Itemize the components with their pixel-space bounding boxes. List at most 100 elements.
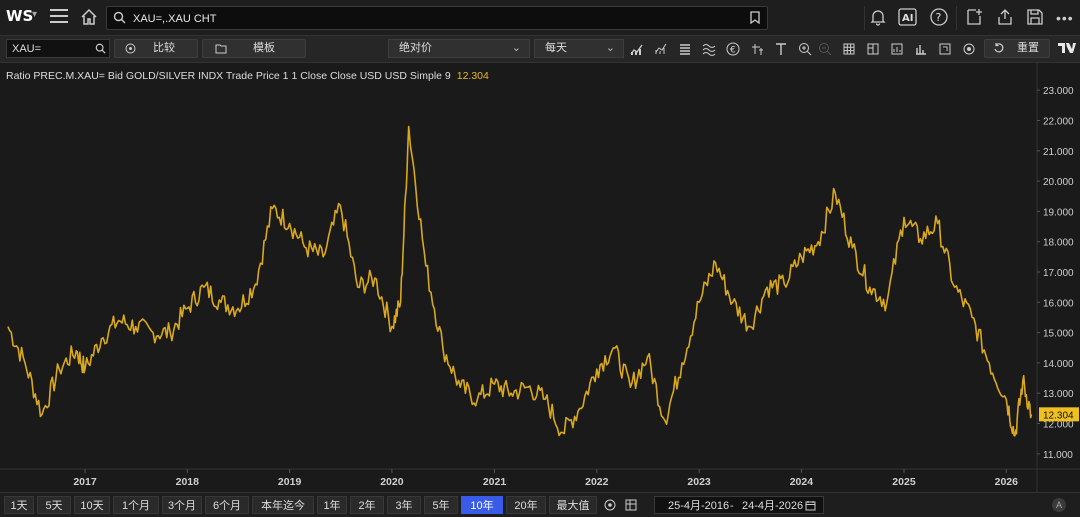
app-logo[interactable]: WS bbox=[6, 7, 33, 25]
x-tick-label: 2022 bbox=[585, 476, 609, 488]
ratio-series-line[interactable] bbox=[7, 125, 1033, 437]
date-range-picker[interactable]: 25-4月-2016 - 24-4月-2026 bbox=[654, 496, 824, 514]
x-tick-label: 2018 bbox=[176, 476, 200, 488]
chart-type-icon[interactable] bbox=[630, 42, 644, 56]
calendar-grid-icon[interactable] bbox=[622, 496, 639, 514]
range-button[interactable]: 10天 bbox=[74, 496, 110, 514]
search-icon bbox=[113, 11, 126, 27]
calendar-icon bbox=[805, 499, 816, 517]
price-type-select[interactable]: 绝对价 ⌄ bbox=[388, 39, 530, 58]
divider bbox=[864, 6, 865, 30]
date-separator: - bbox=[730, 500, 734, 512]
range-button[interactable]: 1个月 bbox=[113, 496, 159, 514]
grid-icon[interactable] bbox=[842, 42, 856, 56]
template-button[interactable]: 模板 bbox=[202, 39, 306, 58]
search-icon[interactable] bbox=[95, 43, 106, 57]
price-type-value: 绝对价 bbox=[399, 42, 432, 54]
svg-text:?: ? bbox=[936, 11, 942, 24]
x-tick-label: 2019 bbox=[278, 476, 302, 488]
x-tick-label: 2026 bbox=[995, 476, 1019, 488]
reset-label: 重置 bbox=[1017, 42, 1039, 54]
chevron-down-icon: ⌄ bbox=[511, 42, 521, 54]
last-value-label: 12.304 bbox=[1043, 410, 1074, 421]
range-button[interactable]: 1天 bbox=[4, 496, 34, 514]
y-tick-label: 11.000 bbox=[1043, 450, 1073, 461]
bottom-bar: 1天 5天 10天 1个月 3个月 6个月 本年迄今 1年 2年 3年 5年 10年 20年 最大值 25… bbox=[0, 492, 1080, 517]
template-label: 模板 bbox=[253, 42, 275, 54]
date-start: 25-4月-2016 bbox=[668, 500, 730, 512]
tradingview-logo-icon bbox=[1058, 42, 1076, 56]
interval-select[interactable]: 每天 ⌄ bbox=[534, 39, 624, 58]
more-icon[interactable]: ••• bbox=[1056, 10, 1074, 26]
text-tool-icon[interactable] bbox=[774, 42, 788, 56]
legend-last-value: 12.304 bbox=[456, 70, 489, 82]
auto-scale-button[interactable]: A bbox=[1052, 498, 1066, 512]
settings-icon[interactable] bbox=[601, 496, 618, 514]
range-button[interactable]: 5年 bbox=[424, 496, 458, 514]
y-tick-label: 14.000 bbox=[1043, 359, 1074, 370]
new-page-icon[interactable] bbox=[966, 8, 984, 29]
top-bar: WS ▾ AI ? ••• bbox=[0, 0, 1080, 36]
svg-text:AI: AI bbox=[902, 13, 913, 24]
y-tick-label: 15.000 bbox=[1043, 329, 1074, 340]
range-button[interactable]: 10年 bbox=[461, 496, 503, 514]
search-bar[interactable] bbox=[106, 6, 768, 30]
bar-chart-icon[interactable] bbox=[914, 42, 928, 56]
search-input[interactable] bbox=[131, 10, 735, 28]
range-button[interactable]: 2年 bbox=[350, 496, 384, 514]
currency-icon[interactable]: € bbox=[726, 42, 740, 56]
price-chart[interactable]: 11.00012.00013.00014.00015.00016.00017.0… bbox=[0, 63, 1080, 492]
indicator-icon[interactable] bbox=[654, 42, 668, 56]
chevron-down-icon: ⌄ bbox=[605, 42, 615, 54]
table-icon[interactable] bbox=[678, 42, 692, 56]
range-button[interactable]: 3个月 bbox=[162, 496, 202, 514]
zoom-out-icon[interactable] bbox=[818, 42, 832, 56]
menu-icon[interactable] bbox=[50, 9, 68, 23]
compare-button[interactable]: 比较 bbox=[114, 39, 198, 58]
x-tick-label: 2023 bbox=[687, 476, 711, 488]
help-icon[interactable]: ? bbox=[930, 8, 948, 29]
chevron-down-icon[interactable]: ▾ bbox=[32, 9, 37, 20]
range-button[interactable]: 5天 bbox=[37, 496, 71, 514]
series-legend: Ratio PREC.M.XAU= Bid GOLD/SILVER INDX T… bbox=[6, 70, 489, 82]
export-icon[interactable] bbox=[938, 42, 952, 56]
y-tick-label: 23.000 bbox=[1043, 86, 1074, 97]
y-tick-label: 21.000 bbox=[1043, 147, 1074, 158]
range-button[interactable]: 6个月 bbox=[205, 496, 249, 514]
plus-circle-icon bbox=[125, 43, 136, 60]
range-button[interactable]: 1年 bbox=[317, 496, 347, 514]
legend-text: Ratio PREC.M.XAU= Bid GOLD/SILVER INDX T… bbox=[6, 70, 451, 82]
share-icon[interactable] bbox=[996, 8, 1014, 29]
chart-icon[interactable] bbox=[890, 42, 904, 56]
interval-value: 每天 bbox=[545, 42, 567, 54]
bell-icon[interactable] bbox=[870, 8, 886, 29]
y-tick-label: 19.000 bbox=[1043, 207, 1074, 218]
y-tick-label: 13.000 bbox=[1043, 389, 1074, 400]
x-tick-label: 2025 bbox=[892, 476, 916, 488]
ai-icon[interactable]: AI bbox=[898, 8, 918, 29]
crosshair-icon[interactable] bbox=[750, 42, 764, 56]
range-button[interactable]: 本年迄今 bbox=[252, 496, 314, 514]
chart-area[interactable]: 11.000 12.000 13.000 14.000 15.000 16.000 17.0… bbox=[0, 63, 1080, 492]
y-tick-label: 18.000 bbox=[1043, 238, 1074, 249]
settings-icon[interactable] bbox=[962, 42, 976, 56]
folder-icon bbox=[215, 43, 227, 60]
y-tick-label: 17.000 bbox=[1043, 268, 1074, 279]
bookmark-icon[interactable] bbox=[749, 11, 761, 27]
range-button[interactable]: 最大值 bbox=[549, 496, 597, 514]
y-tick-label: 20.000 bbox=[1043, 177, 1074, 188]
x-tick-label: 2017 bbox=[73, 476, 97, 488]
compare-label: 比较 bbox=[153, 42, 175, 54]
home-icon[interactable] bbox=[80, 8, 98, 29]
chart-toolbar: 比较 模板 绝对价 ⌄ 每天 ⌄ € bbox=[0, 36, 1080, 63]
y-tick-label: 16.000 bbox=[1043, 298, 1074, 309]
reset-button[interactable]: 重置 bbox=[984, 39, 1050, 58]
save-icon[interactable] bbox=[1026, 8, 1044, 29]
range-button[interactable]: 20年 bbox=[506, 496, 546, 514]
wave-icon[interactable] bbox=[702, 42, 716, 56]
x-tick-label: 2024 bbox=[790, 476, 814, 488]
zoom-in-icon[interactable] bbox=[798, 42, 812, 56]
layout-icon[interactable] bbox=[866, 42, 880, 56]
divider bbox=[956, 6, 957, 30]
range-button[interactable]: 3年 bbox=[387, 496, 421, 514]
